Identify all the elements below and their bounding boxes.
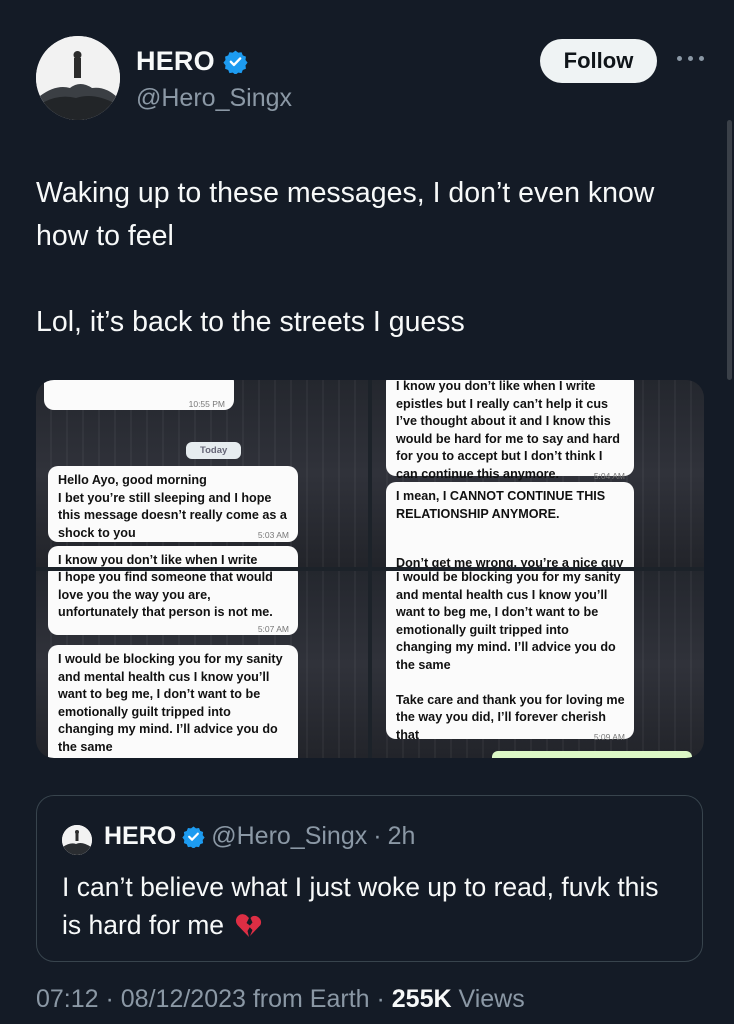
author-avatar[interactable] bbox=[36, 36, 120, 120]
tweet-meta: 07:12 · 08/12/2023 from Earth · 255K Vie… bbox=[36, 985, 525, 1013]
more-options-icon[interactable] bbox=[675, 49, 707, 69]
scrollbar-thumb[interactable] bbox=[727, 120, 732, 380]
message-bubble: Hello Ayo, good morning I bet you’re sti… bbox=[48, 466, 298, 542]
message-bubble: I mean, I CANNOT CONTINUE THIS RELATIONS… bbox=[386, 482, 634, 567]
message-time: 5:07 AM bbox=[257, 623, 289, 634]
media-image-3[interactable]: I hope you find someone that would love … bbox=[36, 571, 368, 758]
quoted-tweet-time: 2h bbox=[387, 822, 416, 850]
avatar-image bbox=[36, 36, 120, 120]
message-text: I hope you find someone that would love … bbox=[58, 571, 273, 619]
message-bubble: 10:55 PM bbox=[44, 380, 234, 410]
follow-button[interactable]: Follow bbox=[540, 39, 657, 83]
outgoing-bubble-edge bbox=[492, 751, 692, 758]
message-text: I would be blocking you for my sanity an… bbox=[58, 652, 283, 754]
message-bubble: I would be blocking you for my sanity an… bbox=[386, 571, 634, 742]
views-label: Views bbox=[458, 985, 525, 1013]
message-bubble: I hope you find someone that would love … bbox=[48, 571, 298, 635]
tweet-text: Waking up to these messages, I don’t eve… bbox=[36, 172, 696, 344]
date-chip: Today bbox=[186, 442, 242, 459]
quoted-author-name: HERO bbox=[104, 822, 177, 850]
message-text: I know you don’t like when I write epist… bbox=[396, 380, 620, 481]
message-bubble: I know you don’t like when I write bbox=[48, 546, 298, 567]
tweet-time[interactable]: 07:12 bbox=[36, 985, 99, 1013]
author-name[interactable]: HERO bbox=[136, 46, 215, 77]
media-image-1[interactable]: 10:55 PM Today Hello Ayo, good morning I… bbox=[36, 380, 368, 567]
tweet-line-2: Lol, it’s back to the streets I guess bbox=[36, 306, 465, 338]
tweet-date[interactable]: 08/12/2023 bbox=[121, 985, 246, 1013]
views-count: 255K bbox=[391, 985, 452, 1013]
message-text: I would be blocking you for my sanity an… bbox=[396, 571, 625, 742]
message-text: I mean, I CANNOT CONTINUE THIS RELATIONS… bbox=[396, 489, 606, 521]
broken-heart-icon bbox=[236, 914, 262, 937]
author-handle[interactable]: @Hero_Singx bbox=[136, 84, 292, 113]
tweet-media-grid[interactable]: 10:55 PM Today Hello Ayo, good morning I… bbox=[36, 380, 704, 758]
message-time: 10:55 PM bbox=[188, 399, 225, 409]
verified-badge-icon bbox=[182, 826, 205, 848]
message-time: 5:09 AM bbox=[593, 732, 625, 742]
verified-badge-icon[interactable] bbox=[223, 49, 248, 74]
author-name-row: HERO bbox=[136, 46, 248, 77]
avatar-image bbox=[62, 825, 92, 855]
separator-dot: · bbox=[373, 822, 382, 850]
media-image-4[interactable]: I would be blocking you for my sanity an… bbox=[372, 571, 704, 758]
message-bubble: I would be blocking you for my sanity an… bbox=[48, 645, 298, 758]
quoted-author-handle: @Hero_Singx bbox=[211, 822, 368, 850]
quoted-author-avatar[interactable] bbox=[62, 825, 92, 855]
quoted-tweet-text: I can’t believe what I just woke up to r… bbox=[62, 868, 682, 944]
message-text: Don’t get me wrong, you’re a nice guy bbox=[396, 556, 624, 567]
tweet-line-1: Waking up to these messages, I don’t eve… bbox=[36, 177, 655, 252]
media-image-2[interactable]: I know you don’t like when I write epist… bbox=[372, 380, 704, 567]
quoted-tweet-body: I can’t believe what I just woke up to r… bbox=[62, 872, 659, 940]
tweet-location: from Earth bbox=[252, 985, 370, 1013]
message-bubble: I know you don’t like when I write epist… bbox=[386, 380, 634, 481]
message-text: I know you don’t like when I write bbox=[58, 553, 258, 567]
quoted-author-row: HERO @Hero_Singx · 2h bbox=[104, 822, 415, 851]
